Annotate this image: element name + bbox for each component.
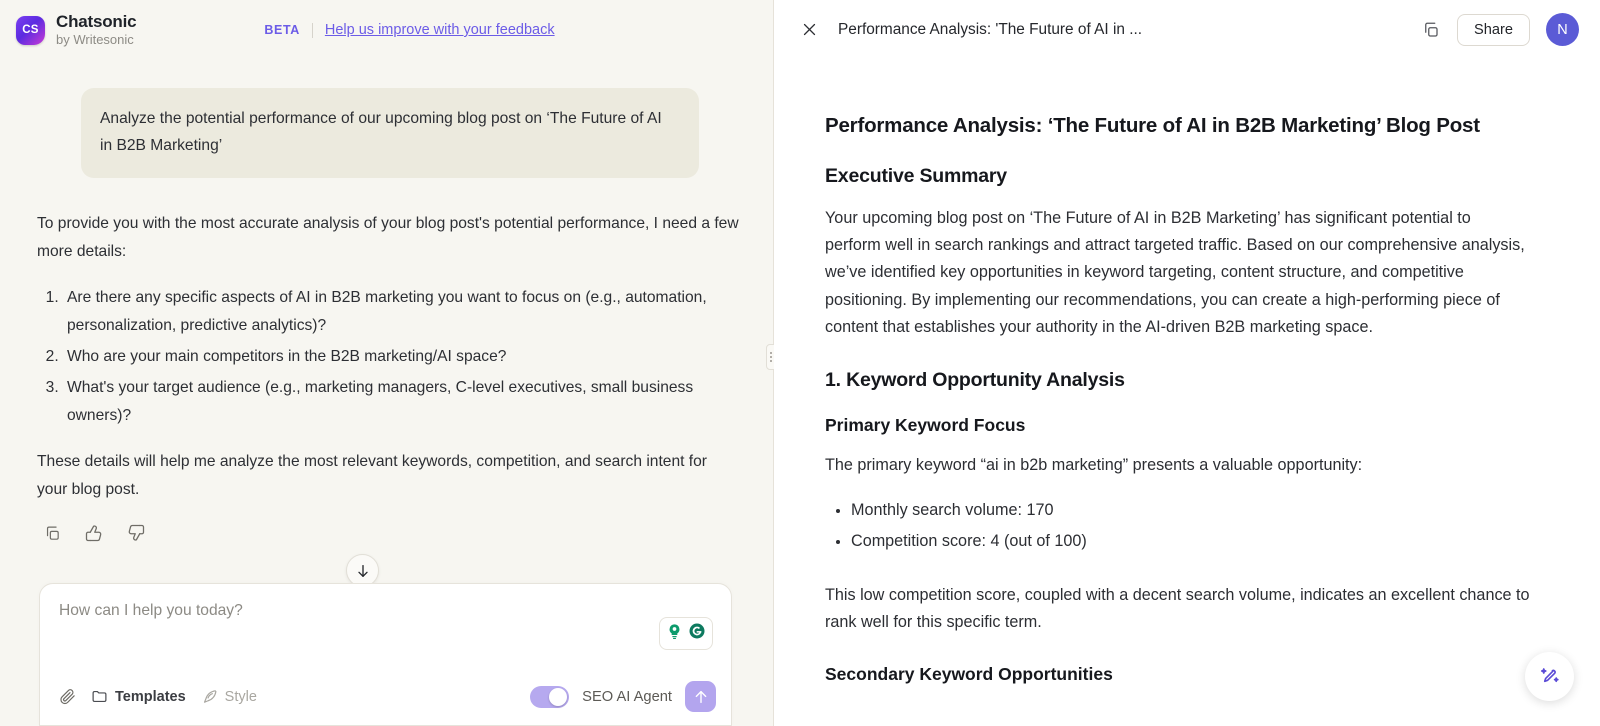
composer-toolbar: Templates Style SEO AI Agent: [59, 681, 716, 712]
thumbs-up-icon[interactable]: [83, 522, 105, 544]
executive-summary-heading: Executive Summary: [825, 165, 1007, 187]
message-input[interactable]: How can I help you today?: [59, 602, 713, 620]
assistant-intro: To provide you with the most accurate an…: [37, 214, 739, 260]
list-item: Competition score: 4 (out of 100): [851, 526, 1530, 557]
thumbs-down-icon[interactable]: [125, 522, 147, 544]
primary-keyword-heading: Primary Keyword Focus: [825, 415, 1026, 436]
secondary-keyword-heading: Secondary Keyword Opportunities: [825, 664, 1113, 685]
style-button[interactable]: Style: [201, 688, 257, 705]
document-header-actions: Share N: [1421, 13, 1579, 46]
assistant-outro: These details will help me analyze the m…: [37, 453, 707, 499]
copy-icon[interactable]: [41, 522, 63, 544]
primary-keyword-intro: The primary keyword “ai in b2b marketing…: [825, 456, 1363, 475]
scroll-to-bottom-button[interactable]: [346, 554, 379, 583]
feedback-link[interactable]: Help us improve with your feedback: [325, 22, 555, 38]
lightbulb-icon[interactable]: [666, 623, 683, 645]
message-actions: [37, 522, 740, 544]
magic-edit-button[interactable]: [1525, 652, 1574, 701]
assistant-message: To provide you with the most accurate an…: [37, 210, 740, 505]
copy-document-icon[interactable]: [1421, 20, 1441, 40]
assistant-question-list: Are there any specific aspects of AI in …: [37, 284, 740, 430]
message-composer[interactable]: How can I help you today? Templates Styl…: [39, 583, 732, 726]
avatar[interactable]: N: [1546, 13, 1579, 46]
seo-ai-agent-label: SEO AI Agent: [582, 688, 672, 705]
keyword-metrics-list: Monthly search volume: 170 Competition s…: [825, 495, 1530, 557]
chat-header: CS Chatsonic by Writesonic BETA Help us …: [0, 0, 773, 60]
keyword-conclusion: This low competition score, coupled with…: [825, 585, 1530, 632]
chat-message-list[interactable]: Analyze the potential performance of our…: [0, 60, 773, 583]
brand-subtitle: by Writesonic: [56, 32, 134, 48]
templates-button[interactable]: Templates: [91, 688, 186, 705]
user-message: Analyze the potential performance of our…: [81, 88, 699, 178]
attach-button[interactable]: [59, 688, 76, 705]
document-body[interactable]: Performance Analysis: ‘The Future of AI …: [774, 59, 1600, 726]
share-button[interactable]: Share: [1457, 13, 1530, 46]
document-header-title: Performance Analysis: 'The Future of AI …: [838, 20, 1143, 38]
close-icon[interactable]: [798, 19, 820, 41]
document-title: Performance Analysis: ‘The Future of AI …: [825, 114, 1480, 137]
list-item: Are there any specific aspects of AI in …: [63, 284, 740, 340]
brand-name: Chatsonic: [56, 12, 137, 32]
document-pane: Performance Analysis: 'The Future of AI …: [774, 0, 1600, 726]
brand[interactable]: CS Chatsonic by Writesonic: [16, 12, 137, 48]
chat-pane: CS Chatsonic by Writesonic BETA Help us …: [0, 0, 773, 726]
list-item: Who are your main competitors in the B2B…: [63, 343, 740, 371]
list-item: What's your target audience (e.g., marke…: [63, 374, 740, 430]
templates-label: Templates: [115, 688, 186, 705]
composer-wrapper: How can I help you today? Templates Styl…: [0, 583, 773, 726]
chatsonic-logo-icon: CS: [16, 15, 45, 45]
executive-summary-paragraph: Your upcoming blog post on ‘The Future o…: [825, 209, 1525, 336]
grammarly-icon[interactable]: [688, 622, 706, 645]
brand-text: Chatsonic by Writesonic: [56, 12, 137, 48]
toggle-knob: [549, 687, 568, 706]
document-header: Performance Analysis: 'The Future of AI …: [774, 0, 1600, 59]
seo-ai-agent-toggle[interactable]: [530, 685, 570, 708]
beta-badge: BETA: [264, 23, 300, 37]
send-button[interactable]: [685, 681, 716, 712]
keyword-opportunity-heading: 1. Keyword Opportunity Analysis: [825, 369, 1125, 392]
header-divider: [311, 22, 313, 38]
grammarly-widget[interactable]: [659, 617, 713, 650]
app-root: CS Chatsonic by Writesonic BETA Help us …: [0, 0, 1600, 726]
composer-left-tools: Templates Style: [59, 688, 257, 705]
header-meta: BETA Help us improve with your feedback: [264, 22, 554, 38]
list-item: Monthly search volume: 170: [851, 495, 1530, 526]
style-label: Style: [224, 688, 257, 705]
composer-right-tools: SEO AI Agent: [530, 681, 716, 712]
